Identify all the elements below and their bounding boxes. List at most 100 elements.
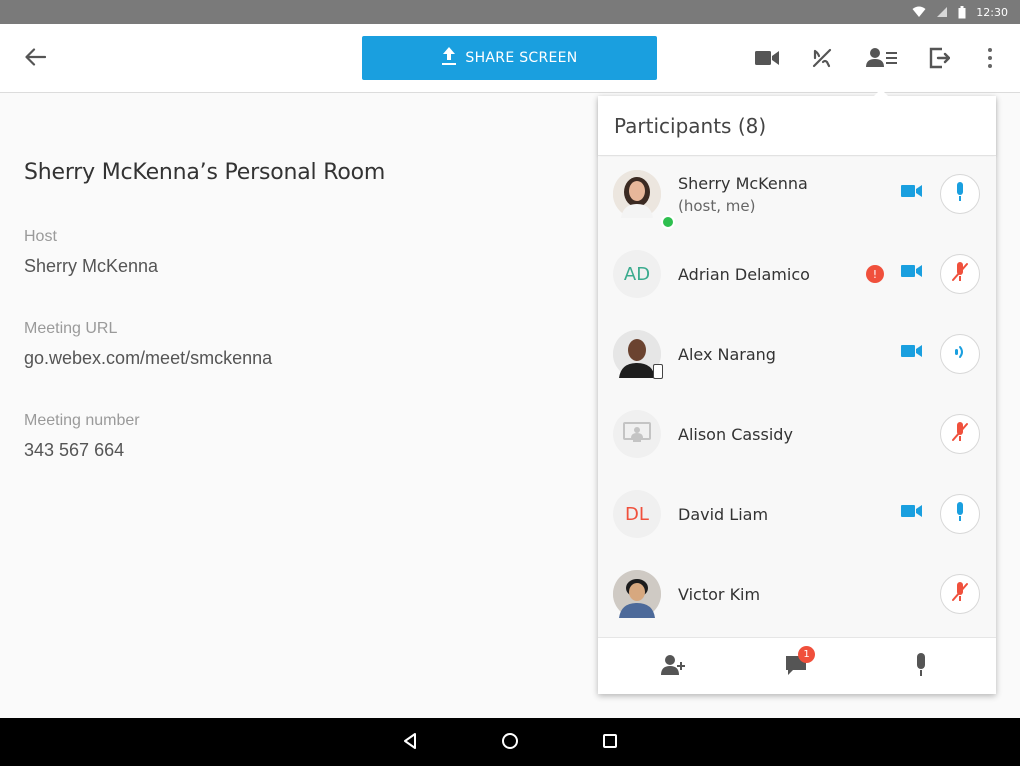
- avatar-initials: DL: [625, 503, 649, 525]
- upload-icon: [441, 46, 457, 70]
- microphone-muted-icon: [950, 421, 970, 448]
- chat-unread-badge: 1: [798, 646, 815, 663]
- recents-square-icon: [602, 733, 618, 754]
- avatar: [613, 330, 663, 379]
- participant-video-button[interactable]: [901, 342, 923, 364]
- avatar-photo: [613, 170, 661, 218]
- battery-icon: [958, 5, 966, 19]
- video-camera-icon: [901, 344, 923, 363]
- video-camera-icon: [901, 264, 923, 283]
- more-vertical-icon: [987, 47, 993, 74]
- participants-list[interactable]: Sherry McKenna (host, me) AD Adrian Dela…: [598, 157, 996, 637]
- participants-panel: Participants (8) Sherry McKenna (host, m…: [598, 96, 996, 694]
- participant-mic-button[interactable]: [940, 174, 980, 214]
- participant-name: Sherry McKenna (host, me): [678, 173, 808, 217]
- avatar: [613, 570, 661, 618]
- participant-mic-button[interactable]: [940, 414, 980, 454]
- nav-back-button[interactable]: [397, 730, 423, 756]
- meeting-url-field: Meeting URL go.webex.com/meet/smckenna: [24, 320, 272, 369]
- status-time: 12:30: [976, 5, 1008, 19]
- avatar-initials: AD: [623, 263, 651, 285]
- meeting-url-label: Meeting URL: [24, 320, 118, 337]
- meeting-number-label: Meeting number: [24, 412, 140, 429]
- participants-list-icon: [866, 47, 898, 74]
- avatar: [613, 170, 675, 229]
- presence-badge: [661, 215, 675, 229]
- signal-icon: [936, 6, 948, 18]
- participant-name-text: Adrian Delamico: [678, 265, 810, 284]
- chat-button[interactable]: 1: [782, 646, 815, 682]
- participant-mic-button[interactable]: [940, 494, 980, 534]
- participant-role: (host, me): [678, 197, 756, 215]
- back-triangle-icon: [402, 732, 418, 755]
- add-participant-button[interactable]: [658, 652, 688, 682]
- top-toolbar: SHARE SCREEN: [0, 24, 1020, 93]
- avatar: [613, 410, 661, 458]
- mute-all-icon: [915, 652, 927, 683]
- avatar-photo: [613, 570, 661, 618]
- home-circle-icon: [501, 732, 519, 755]
- alert-badge[interactable]: !: [866, 265, 884, 283]
- call-transfer-button[interactable]: [807, 45, 837, 75]
- status-bar: 12:30: [0, 0, 1020, 24]
- share-screen-button[interactable]: SHARE SCREEN: [362, 36, 657, 80]
- speaking-audio-icon: [952, 342, 968, 367]
- participant-name: Adrian Delamico: [678, 264, 810, 286]
- avatar: DL: [613, 490, 661, 538]
- video-camera-button[interactable]: [752, 45, 782, 75]
- call-transfer-icon: [810, 46, 834, 75]
- participant-name: Victor Kim: [678, 584, 760, 606]
- microphone-icon: [954, 181, 966, 208]
- participant-name-text: Sherry McKenna: [678, 174, 808, 193]
- participant-name: Alison Cassidy: [678, 424, 793, 446]
- participant-name-text: Alex Narang: [678, 345, 776, 364]
- participant-row[interactable]: Alison Cassidy: [598, 397, 996, 477]
- back-arrow-icon: [24, 47, 47, 71]
- back-button[interactable]: [18, 45, 52, 73]
- panel-caret: [873, 89, 889, 97]
- avatar: AD: [613, 250, 661, 298]
- mobile-device-icon: [653, 364, 663, 379]
- panel-footer: 1: [598, 637, 996, 694]
- mute-all-button[interactable]: [906, 652, 936, 682]
- participant-mic-button[interactable]: [940, 254, 980, 294]
- participant-mic-button[interactable]: [940, 574, 980, 614]
- nav-home-button[interactable]: [497, 730, 523, 756]
- panel-title: Participants (8): [598, 96, 996, 156]
- participant-video-button[interactable]: [901, 182, 923, 204]
- status-icons: 12:30: [912, 4, 1008, 20]
- leave-meeting-button[interactable]: [924, 45, 954, 75]
- video-camera-icon: [901, 184, 923, 203]
- participant-row[interactable]: Victor Kim: [598, 557, 996, 637]
- participant-name-text: Alison Cassidy: [678, 425, 793, 444]
- meeting-info: Sherry McKenna’s Personal Room Host Sher…: [24, 160, 564, 460]
- meeting-number-field: Meeting number 343 567 664: [24, 412, 140, 461]
- microphone-muted-icon: [950, 261, 970, 288]
- participants-toggle-button[interactable]: [864, 45, 900, 75]
- page-title: Sherry McKenna’s Personal Room: [24, 160, 386, 185]
- host-label: Host: [24, 228, 57, 245]
- participant-row[interactable]: DL David Liam: [598, 477, 996, 557]
- participant-row[interactable]: Sherry McKenna (host, me): [598, 157, 996, 237]
- video-camera-icon: [754, 49, 780, 72]
- microphone-muted-icon: [950, 581, 970, 608]
- nav-recents-button[interactable]: [597, 730, 623, 756]
- host-field: Host Sherry McKenna: [24, 228, 158, 277]
- participant-video-button[interactable]: [901, 502, 923, 524]
- more-options-button[interactable]: [975, 45, 1005, 75]
- participant-video-button[interactable]: [901, 262, 923, 284]
- meeting-number-value: 343 567 664: [24, 440, 125, 460]
- microphone-icon: [954, 501, 966, 528]
- leave-exit-icon: [928, 46, 951, 75]
- participant-row[interactable]: AD Adrian Delamico !: [598, 237, 996, 317]
- participant-row[interactable]: Alex Narang: [598, 317, 996, 397]
- participant-name-text: Victor Kim: [678, 585, 761, 604]
- participant-name-text: David Liam: [678, 505, 769, 524]
- add-participant-icon: [660, 654, 686, 681]
- video-camera-icon: [901, 504, 923, 523]
- share-screen-label: SHARE SCREEN: [465, 50, 578, 66]
- meeting-url-value[interactable]: go.webex.com/meet/smckenna: [24, 348, 272, 369]
- participant-mic-button[interactable]: [940, 334, 980, 374]
- host-value: Sherry McKenna: [24, 256, 159, 276]
- video-device-icon: [623, 421, 651, 448]
